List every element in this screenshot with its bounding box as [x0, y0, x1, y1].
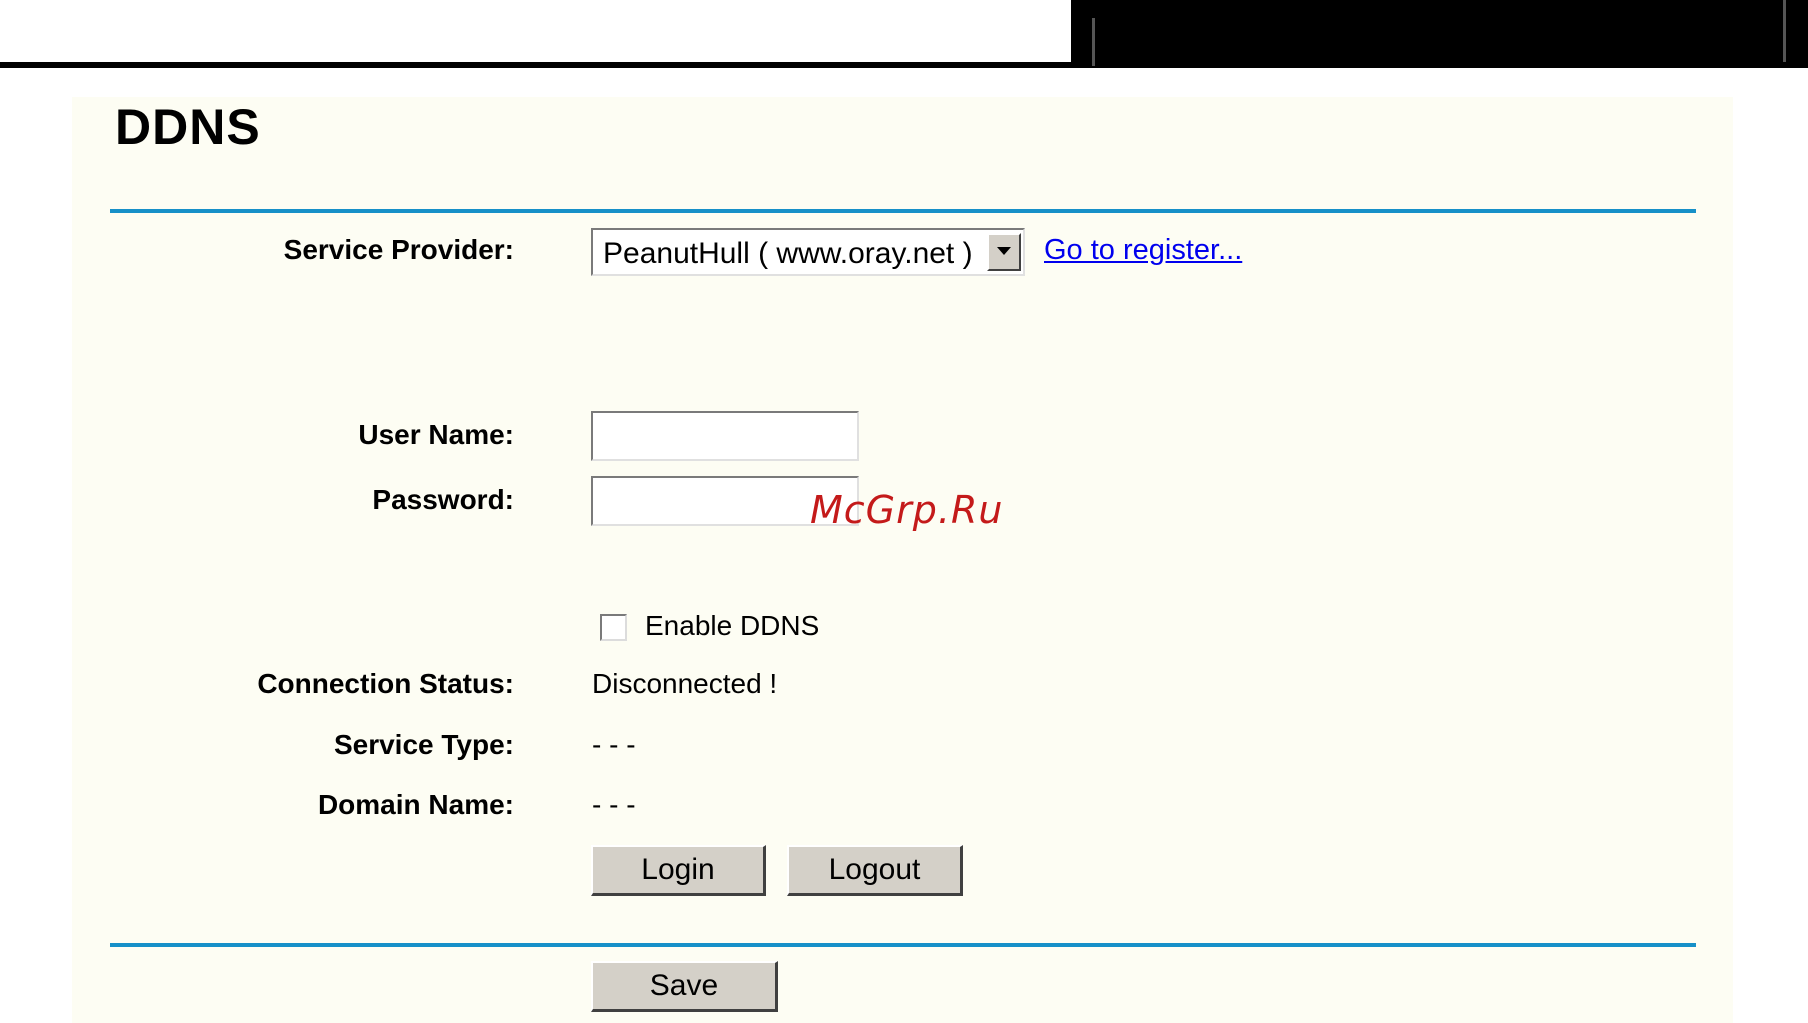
service-type-label: Service Type:: [333, 729, 514, 760]
enable-ddns-checkbox[interactable]: [600, 614, 627, 641]
service-provider-label: Service Provider:: [283, 234, 514, 265]
password-label: Password:: [372, 484, 514, 515]
service-type-value: - - -: [592, 729, 636, 760]
enable-ddns-label: Enable DDNS: [645, 610, 820, 641]
domain-name-label: Domain Name:: [317, 789, 514, 820]
connection-status-label: Connection Status:: [257, 668, 514, 699]
page-title: DDNS: [115, 99, 261, 155]
user-name-label: User Name:: [358, 419, 514, 450]
logout-button[interactable]: Logout: [787, 845, 963, 896]
connection-status-value: Disconnected !: [592, 668, 778, 699]
dropdown-button[interactable]: [987, 233, 1021, 271]
go-to-register-link[interactable]: Go to register...: [1044, 234, 1242, 267]
top-banner: [1071, 0, 1808, 66]
user-name-input[interactable]: [591, 411, 859, 461]
save-button[interactable]: Save: [591, 961, 778, 1012]
watermark-text: McGrp.Ru: [810, 488, 1004, 532]
login-button[interactable]: Login: [591, 845, 766, 896]
bottom-divider: [110, 943, 1696, 947]
service-provider-selected: PeanutHull ( www.oray.net ): [603, 237, 973, 270]
top-divider: [110, 209, 1696, 213]
service-provider-select[interactable]: PeanutHull ( www.oray.net ): [591, 228, 1025, 276]
chevron-down-icon: [997, 247, 1011, 255]
domain-name-value: - - -: [592, 789, 636, 820]
